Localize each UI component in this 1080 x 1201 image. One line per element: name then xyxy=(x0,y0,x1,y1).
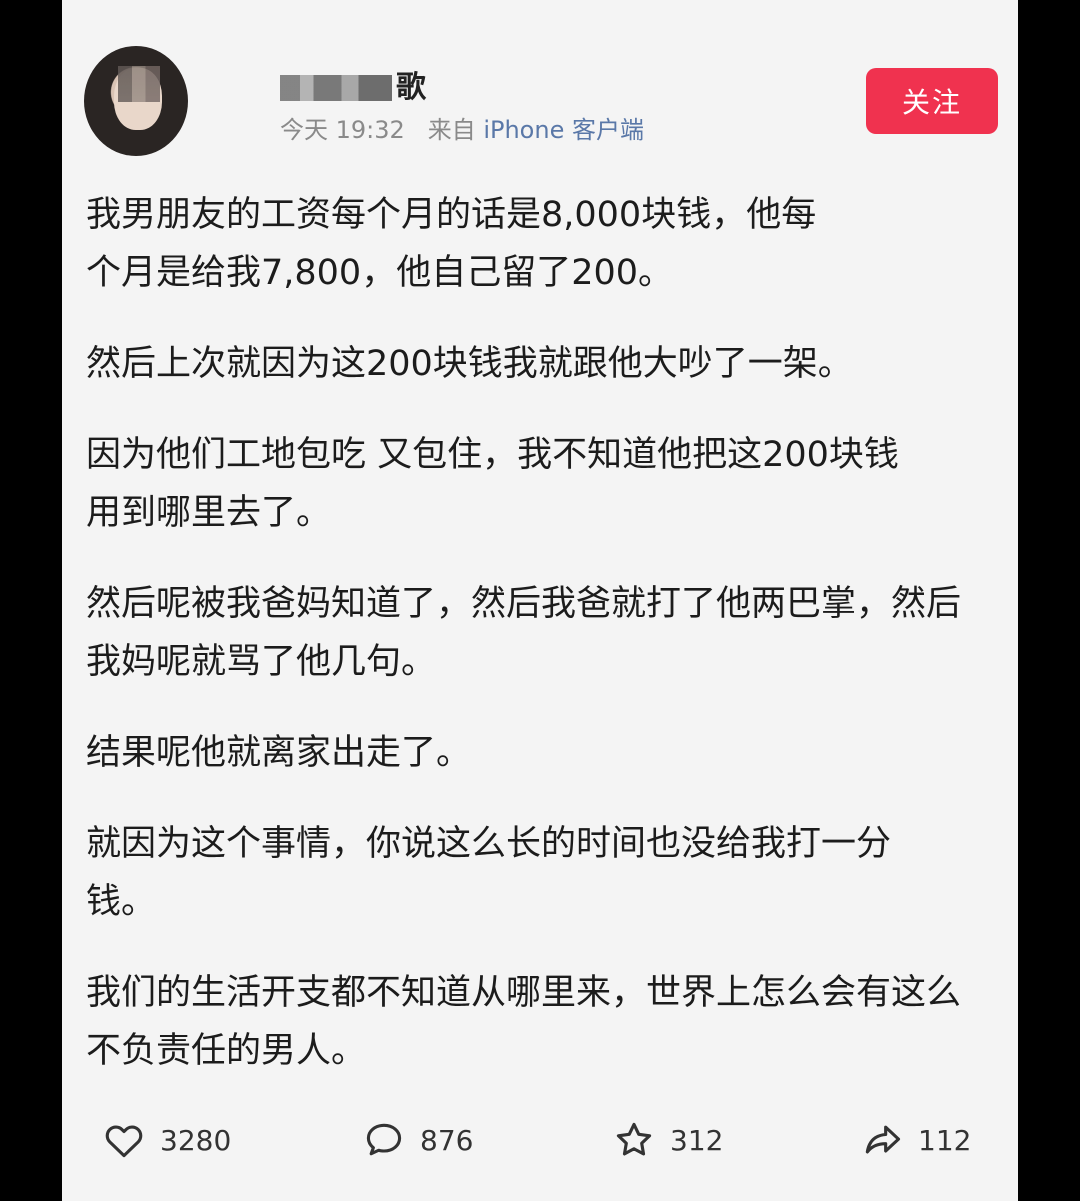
source-link[interactable]: iPhone 客户端 xyxy=(483,116,644,144)
source-prefix: 来自 xyxy=(427,116,476,144)
share-button[interactable]: 112 xyxy=(860,1112,971,1168)
share-count: 112 xyxy=(918,1123,972,1157)
share-icon xyxy=(865,1125,901,1154)
avatar[interactable] xyxy=(84,46,188,156)
paragraph: 然后上次就因为这200块钱我就跟他大吵了一架。 xyxy=(86,344,853,384)
comment-button[interactable]: 876 xyxy=(362,1112,473,1168)
paragraph: 因为他们工地包吃 又包住，我不知道他把这200块钱用到哪里去了。 xyxy=(86,435,899,533)
post-card: 歌 今天 19:32 来自 iPhone 客户端 关注 我男朋友的工资每个月的话… xyxy=(62,0,1018,1201)
heart-icon xyxy=(105,1125,143,1158)
star-icon xyxy=(616,1122,652,1156)
username-visible: 歌 xyxy=(396,70,427,105)
username-mosaic xyxy=(280,75,392,101)
like-button[interactable]: 3280 xyxy=(102,1112,231,1168)
post-time: 今天 19:32 xyxy=(280,116,405,144)
paragraph: 然后呢被我爸妈知道了，然后我爸就打了他两巴掌，然后我妈呢就骂了他几句。 xyxy=(86,584,962,682)
comment-count: 876 xyxy=(420,1123,474,1157)
comment-icon xyxy=(366,1123,402,1156)
paragraph: 就因为这个事情，你说这么长的时间也没给我打一分钱。 xyxy=(86,824,892,922)
favorite-button[interactable]: 312 xyxy=(612,1112,723,1168)
paragraph: 结果呢他就离家出走了。 xyxy=(86,733,472,773)
post-meta: 今天 19:32 来自 iPhone 客户端 xyxy=(280,110,644,145)
favorite-count: 312 xyxy=(670,1123,724,1157)
avatar-mosaic xyxy=(118,66,160,102)
action-bar: 3280 876 312 112 xyxy=(62,1112,1018,1172)
like-count: 3280 xyxy=(160,1123,232,1157)
username[interactable]: 歌 xyxy=(280,62,427,106)
paragraph: 我男朋友的工资每个月的话是8,000块钱，他每个月是给我7,800，他自己留了2… xyxy=(86,195,817,293)
paragraph: 我们的生活开支都不知道从哪里来，世界上怎么会有这么不负责任的男人。 xyxy=(86,973,962,1071)
post-content: 我男朋友的工资每个月的话是8,000块钱，他每个月是给我7,800，他自己留了2… xyxy=(86,186,986,1113)
follow-button[interactable]: 关注 xyxy=(866,68,998,134)
